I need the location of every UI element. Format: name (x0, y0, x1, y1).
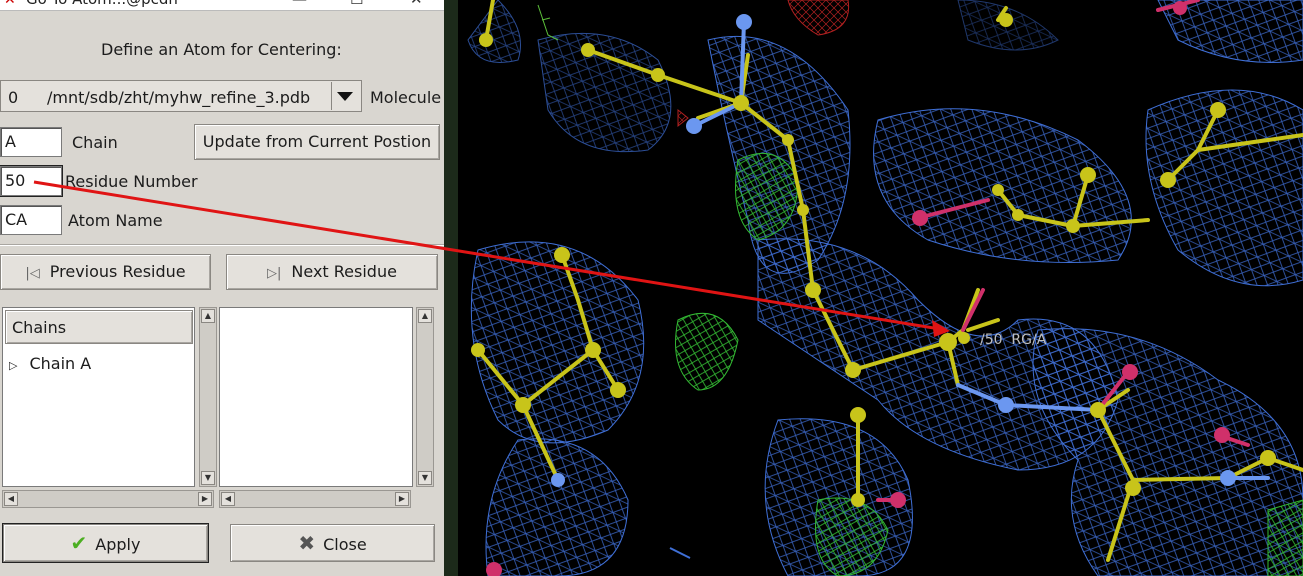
previous-residue-button[interactable]: |◁ Previous Residue (0, 254, 211, 290)
residue-number-input[interactable]: 50 (0, 165, 63, 197)
next-residue-button[interactable]: ▷| Next Residue (226, 254, 438, 290)
chains-column-header[interactable]: Chains (5, 310, 193, 344)
expander-triangle-icon[interactable]: ▷ (9, 359, 17, 372)
scroll-left-icon[interactable]: ◀ (221, 492, 235, 506)
molecule-combo[interactable]: 0 /mnt/sdb/zht/myhw_refine_3.pdb (0, 80, 362, 112)
residue-number-label: Residue Number (65, 172, 198, 191)
scroll-up-icon[interactable]: ▲ (418, 309, 432, 323)
blue-density-mesh (467, 0, 1303, 576)
tree-item-chain-a[interactable]: ▷ Chain A (9, 354, 91, 373)
x-icon: ✖ (298, 531, 316, 555)
cone-marker (669, 547, 691, 559)
skip-forward-icon: ▷| (267, 266, 282, 281)
desktop-background-strip (444, 0, 458, 576)
apply-button[interactable]: ✔ Apply (2, 523, 209, 563)
update-from-current-position-button[interactable]: Update from Current Postion (194, 124, 440, 160)
checkmark-icon: ✔ (70, 531, 88, 555)
chain-input[interactable]: A (0, 127, 62, 157)
close-window-icon[interactable]: ✕ (410, 0, 423, 8)
molecule-index: 0 (8, 88, 19, 107)
update-button-label: Update from Current Postion (202, 132, 432, 151)
residues-horizontal-scrollbar[interactable]: ◀ ▶ (219, 490, 411, 508)
close-button[interactable]: ✖ Close (230, 524, 435, 562)
molecule-path: /mnt/sdb/zht/myhw_refine_3.pdb (47, 88, 311, 107)
apply-label: Apply (95, 535, 141, 554)
residues-list[interactable] (219, 307, 413, 487)
chains-horizontal-scrollbar[interactable]: ◀ ▶ (2, 490, 214, 508)
next-residue-label: Next Residue (291, 262, 397, 281)
scroll-right-icon[interactable]: ▶ (395, 492, 409, 506)
density-map-canvas (467, 0, 1303, 576)
chains-header-label: Chains (12, 318, 67, 337)
dialog-heading: Define an Atom for Centering: (101, 40, 342, 59)
residues-vertical-scrollbar[interactable]: ▲ ▼ (416, 307, 434, 487)
molecule-label: Molecule (370, 88, 442, 107)
chain-label: Chain (72, 133, 118, 152)
minimize-icon[interactable]: — (292, 0, 307, 8)
atom-name-label: Atom Name (68, 211, 163, 230)
atom-name-input[interactable]: CA (0, 205, 62, 235)
window-titlebar[interactable]: ✕ Go To Atom...@pcdh — ☐ ✕ (0, 0, 444, 11)
maximize-icon[interactable]: ☐ (350, 0, 363, 8)
previous-residue-label: Previous Residue (49, 262, 186, 281)
scroll-up-icon[interactable]: ▲ (201, 309, 215, 323)
atom-label: /50 RG/A (980, 332, 1047, 348)
scroll-down-icon[interactable]: ▼ (418, 471, 432, 485)
scroll-right-icon[interactable]: ▶ (198, 492, 212, 506)
molecular-viewer[interactable]: /50 RG/A (458, 0, 1303, 576)
triangle-down-icon[interactable] (331, 82, 359, 110)
skip-back-icon: |◁ (25, 266, 40, 281)
tree-item-label: Chain A (29, 354, 92, 373)
window-title: Go To Atom...@pcdh (26, 0, 178, 8)
close-label: Close (323, 535, 367, 554)
scroll-left-icon[interactable]: ◀ (4, 492, 18, 506)
chains-tree[interactable]: Chains ▷ Chain A (2, 307, 195, 487)
scroll-down-icon[interactable]: ▼ (201, 471, 215, 485)
chains-vertical-scrollbar[interactable]: ▲ ▼ (199, 307, 217, 487)
app-logo-icon: ✕ (4, 0, 16, 8)
separator (0, 244, 444, 246)
go-to-atom-dialog: ✕ Go To Atom...@pcdh — ☐ ✕ Define an Ato… (0, 0, 444, 576)
axes-indicator (537, 4, 559, 41)
